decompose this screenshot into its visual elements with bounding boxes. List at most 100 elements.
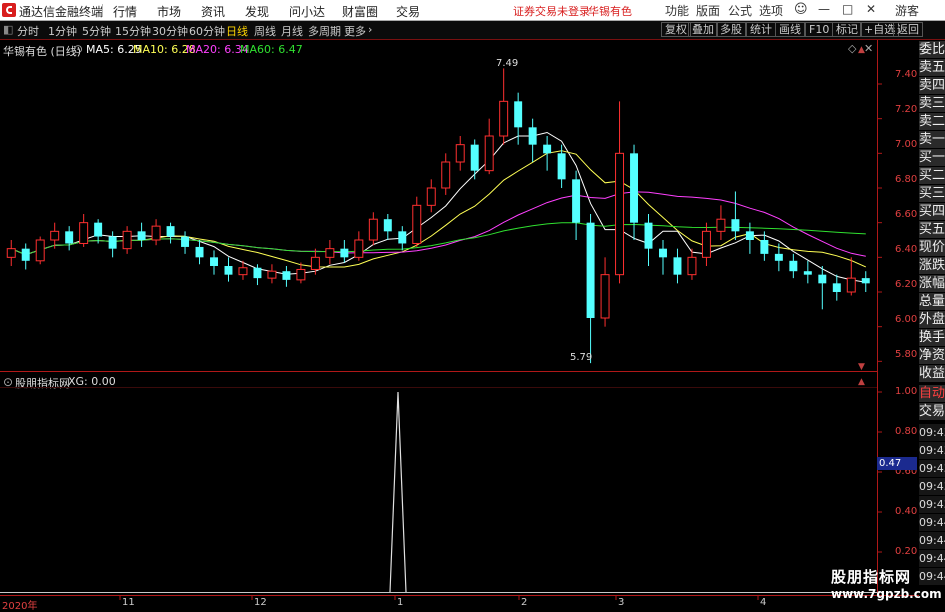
price-tick: 7.40 [895, 69, 918, 80]
candle-body [21, 248, 30, 261]
candle-body [35, 239, 45, 262]
quote-field-label: 卖五 [919, 59, 945, 77]
candle-body [615, 152, 625, 276]
candle-body [818, 274, 827, 284]
svg-text:▼: ▼ [858, 362, 865, 372]
candle-body [282, 271, 291, 280]
candle-body [108, 236, 117, 249]
candle-body [383, 219, 392, 232]
date-label: 4 [760, 597, 767, 608]
candle-body [499, 100, 509, 137]
candle-body [644, 222, 653, 249]
ma5-line [11, 131, 866, 283]
candle-body [701, 230, 711, 258]
trade-time: 09:43 [919, 424, 945, 442]
price-tick: 6.40 [895, 244, 918, 255]
quote-field-label: 现价 [919, 239, 945, 257]
candle-body [122, 230, 132, 250]
high-price-label: 7.49 [496, 58, 519, 69]
candle-body [673, 257, 682, 275]
date-label: 12 [254, 597, 267, 608]
candle-body [803, 271, 812, 275]
candle-body [514, 101, 523, 128]
trade-time: 09:44 [919, 550, 945, 568]
candle-body [166, 226, 175, 237]
indicator-tick: 0.40 [895, 506, 918, 517]
price-tick: 7.20 [895, 104, 918, 115]
candle-body [861, 278, 870, 284]
candle-body [557, 153, 566, 180]
candle-body [340, 248, 349, 258]
candle-body [296, 268, 306, 281]
indicator-tick: 1.00 [895, 386, 918, 397]
quote-field-label: 外盘 [919, 311, 945, 329]
trade-time: 09:44 [919, 568, 945, 586]
quote-field-label: 涨幅 [919, 275, 945, 293]
candle-body [224, 266, 233, 275]
trade-time: 09:43 [919, 496, 945, 514]
date-label: 1 [397, 597, 404, 608]
candle-body [470, 144, 479, 171]
candle-body [50, 230, 60, 241]
candle-body [79, 222, 89, 244]
price-tick: 6.20 [895, 279, 918, 290]
candle-body [325, 248, 335, 258]
trade-time: 09:43 [919, 460, 945, 478]
candle-body [789, 260, 798, 272]
candle-body [760, 240, 769, 254]
quote-field-label: 买一 [919, 149, 945, 167]
candle-body [354, 239, 364, 258]
price-tick: 6.00 [895, 314, 918, 325]
candle-body [441, 161, 451, 189]
candle-body [412, 204, 422, 244]
candle-body [630, 153, 639, 223]
quote-field-label: 总量 [919, 293, 945, 311]
trade-time: 09:44 [919, 514, 945, 532]
candle-body [846, 277, 856, 293]
quote-field-label: 卖三 [919, 95, 945, 113]
quote-field-label: 买五 [919, 221, 945, 239]
candle-body [65, 231, 74, 244]
candle-body [195, 246, 204, 258]
candle-body [731, 219, 740, 232]
price-tick: 6.60 [895, 209, 918, 220]
indicator-cursor-value: 0.47 [877, 457, 917, 470]
svg-text:▲: ▲ [858, 377, 865, 387]
candle-body [774, 253, 783, 261]
candle-body [210, 257, 218, 266]
quote-field-label: 卖四 [919, 77, 945, 95]
candle-body [267, 270, 277, 279]
trade-time: 09:43 [919, 442, 945, 460]
quote-field-label: 换手 [919, 329, 945, 347]
candle-body [253, 267, 262, 279]
kline-chart[interactable]: ▲ ▼ ▲ [0, 0, 945, 609]
candle-body [600, 274, 610, 319]
candle-body [832, 283, 841, 292]
price-tick: 5.80 [895, 349, 918, 360]
candle-body [151, 225, 161, 241]
quote-field-label: 委比 [919, 41, 945, 59]
quote-field-label: 收益 [919, 365, 945, 383]
date-label: 2 [521, 597, 528, 608]
candle-body [310, 256, 320, 270]
quote-field-label: 买三 [919, 185, 945, 203]
ma10-line [11, 150, 867, 268]
indicator-tick: 0.80 [895, 426, 918, 437]
candle-body [455, 144, 465, 163]
price-tick: 6.80 [895, 174, 918, 185]
candle-body [426, 187, 436, 206]
quote-field-label: 净资 [919, 347, 945, 365]
trade-panel-label: 交易 [919, 403, 945, 421]
candle-body [137, 231, 146, 240]
trade-time: 09:44 [919, 532, 945, 550]
candle-body [572, 179, 581, 223]
candle-body [6, 248, 16, 258]
candle-body [368, 218, 378, 241]
quote-field-label: 涨跌 [919, 257, 945, 275]
watermark-url: www.7gpzb.com [831, 587, 942, 601]
candle-body [181, 236, 190, 247]
watermark-title: 股朋指标网 [831, 568, 912, 586]
trade-time: 09:43 [919, 478, 945, 496]
indicator-tick: 0.20 [895, 546, 918, 557]
quote-field-label: 卖二 [919, 113, 945, 131]
